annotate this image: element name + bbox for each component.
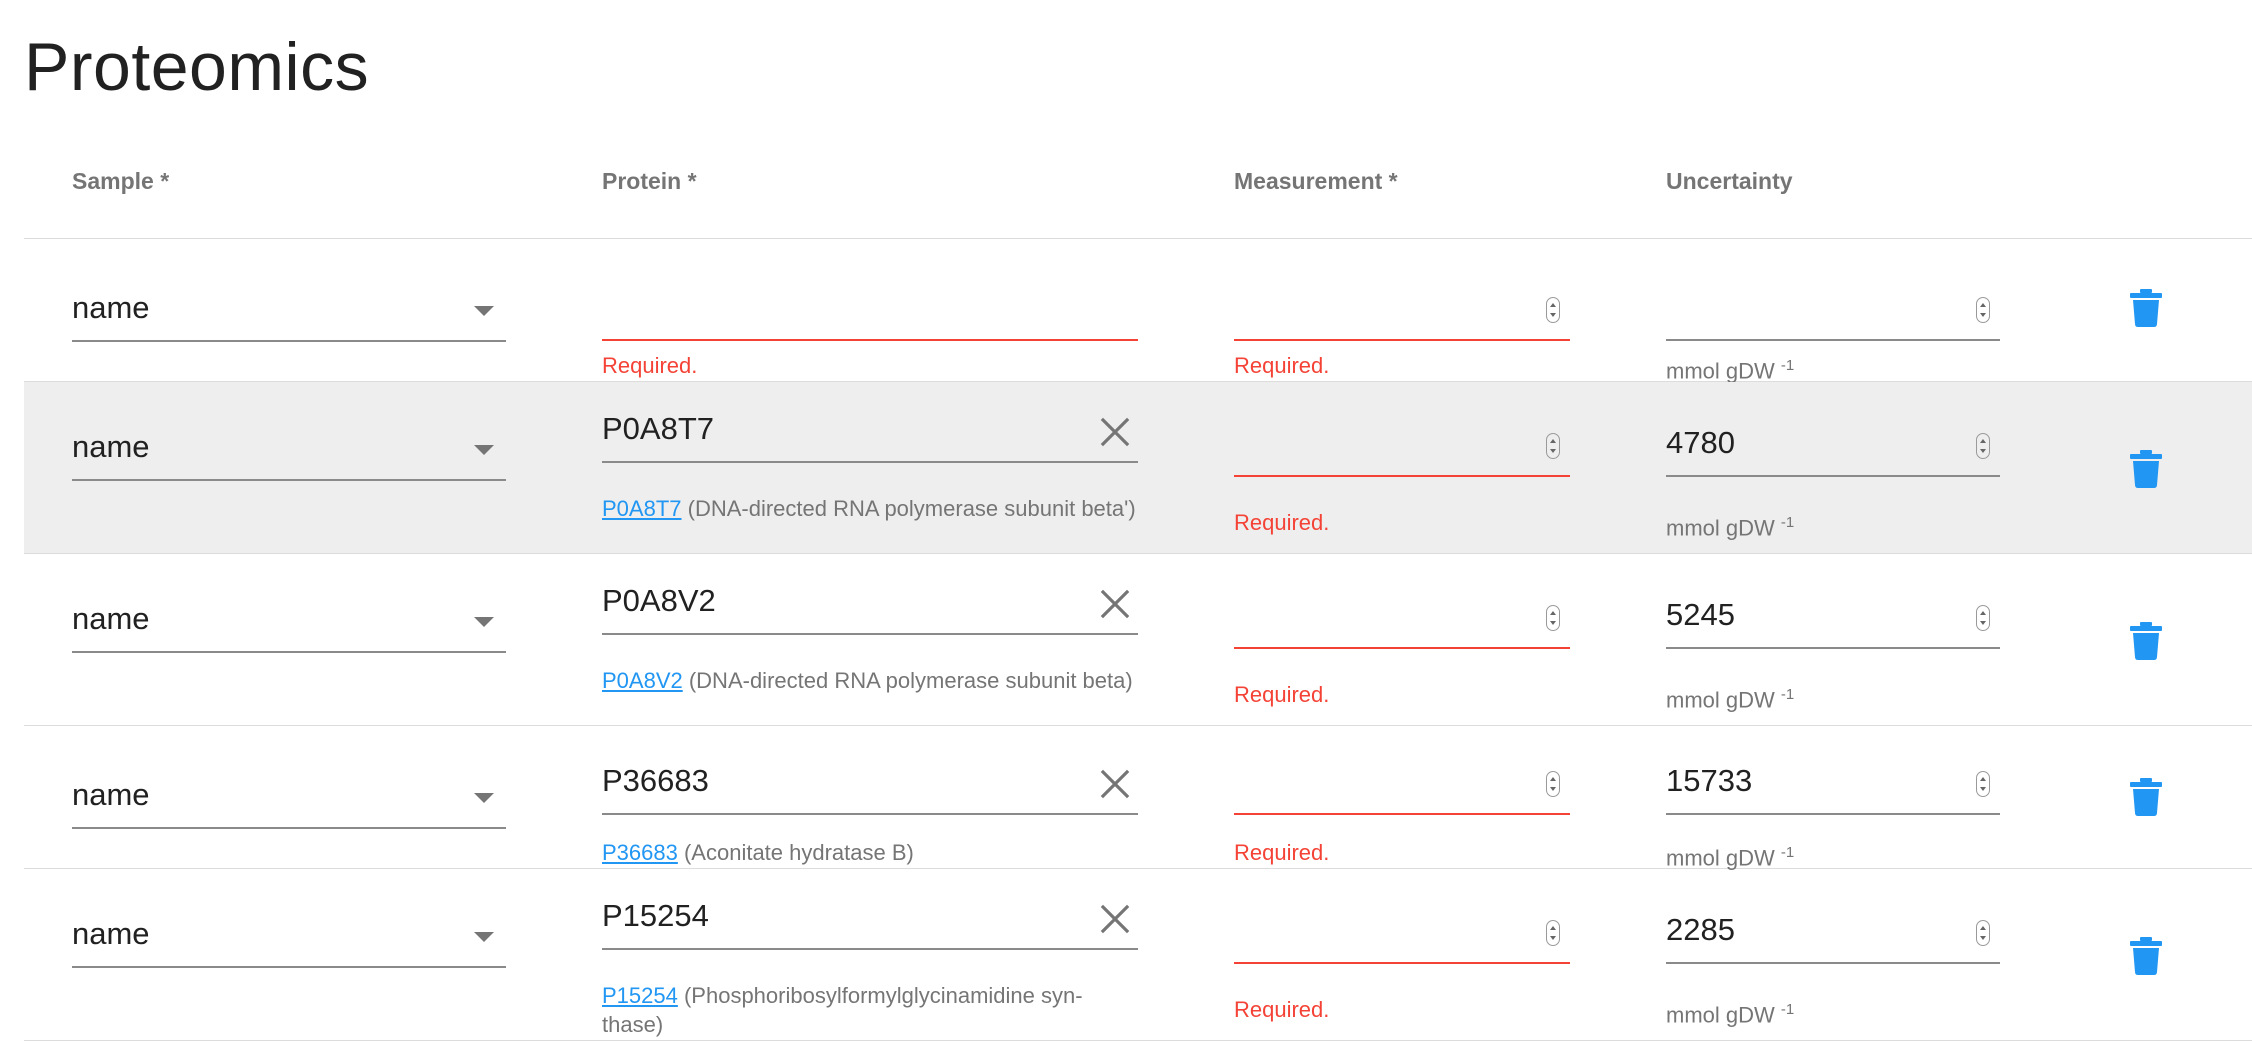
sample-select[interactable]: name <box>72 290 506 342</box>
column-header-sample: Sample * <box>72 168 170 194</box>
uncertainty-input[interactable]: 2285 <box>1666 912 2000 964</box>
caret-down-icon <box>474 617 494 627</box>
measurement-required-error: Required. <box>1234 682 1330 707</box>
table-row: name P36683 P36683 (Aconitate hydratase … <box>24 726 2252 871</box>
protein-link[interactable]: P15254 <box>602 983 678 1008</box>
uncertainty-unit: mmol gDW -1 <box>1666 514 1795 541</box>
spinner-icon[interactable] <box>1546 771 1560 797</box>
sample-select-value: name <box>72 777 150 812</box>
protein-input-value: P0A8V2 <box>602 583 716 618</box>
spinner-icon[interactable] <box>1976 920 1990 946</box>
spinner-icon[interactable] <box>1976 605 1990 631</box>
protein-required-error: Required. <box>602 353 698 378</box>
delete-row-button[interactable] <box>2130 937 2162 975</box>
spinner-icon[interactable] <box>1976 433 1990 459</box>
trash-icon <box>2130 778 2162 816</box>
sample-select-value: name <box>72 290 150 325</box>
trash-icon <box>2130 289 2162 327</box>
spinner-icon[interactable] <box>1976 297 1990 323</box>
protein-description: P0A8V2 (DNA-directed RNA polymerase subu… <box>602 668 1133 693</box>
uncertainty-unit: mmol gDW -1 <box>1666 686 1795 713</box>
sample-select-value: name <box>72 916 150 951</box>
delete-row-button[interactable] <box>2130 778 2162 816</box>
measurement-input[interactable] <box>1234 289 1570 341</box>
protein-input-value: P36683 <box>602 763 709 798</box>
measurement-input[interactable] <box>1234 597 1570 649</box>
measurement-required-error: Required. <box>1234 353 1330 378</box>
table-row: name P15254 P15254 (Phosphoribosylformyl… <box>24 869 2252 1041</box>
delete-row-button[interactable] <box>2130 289 2162 327</box>
protein-input[interactable]: P15254 <box>602 898 1138 950</box>
sample-select[interactable]: name <box>72 777 506 829</box>
measurement-required-error: Required. <box>1234 997 1330 1022</box>
trash-icon <box>2130 622 2162 660</box>
protein-description: P15254 (Phosphoribosylformylglycinamidin… <box>602 983 1083 1037</box>
uncertainty-unit: mmol gDW -1 <box>1666 844 1795 871</box>
sample-select[interactable]: name <box>72 601 506 653</box>
protein-link[interactable]: P36683 <box>602 840 678 865</box>
measurement-input[interactable] <box>1234 912 1570 964</box>
protein-description: P0A8T7 (DNA-directed RNA polymerase subu… <box>602 496 1136 521</box>
caret-down-icon <box>474 793 494 803</box>
trash-icon <box>2130 450 2162 488</box>
uncertainty-input-value: 2285 <box>1666 912 1735 947</box>
protein-description: P36683 (Aconitate hydratase B) <box>602 840 914 865</box>
uncertainty-unit: mmol gDW -1 <box>1666 357 1795 384</box>
protein-input[interactable]: P0A8T7 <box>602 411 1138 463</box>
spinner-icon[interactable] <box>1546 605 1560 631</box>
uncertainty-input-value: 5245 <box>1666 597 1735 632</box>
table-row: name Required. Required. mmol gDW -1 <box>24 239 2252 384</box>
column-header-uncertainty: Uncertainty <box>1666 168 1793 194</box>
uncertainty-input-value: 15733 <box>1666 763 1753 798</box>
spinner-icon[interactable] <box>1976 771 1990 797</box>
protein-input[interactable]: P0A8V2 <box>602 583 1138 635</box>
table-row: name P0A8T7 P0A8T7 (DNA-directed RNA pol… <box>24 382 2252 554</box>
protein-input-value: P15254 <box>602 898 709 933</box>
protein-link[interactable]: P0A8T7 <box>602 496 682 521</box>
uncertainty-input[interactable]: 15733 <box>1666 763 2000 815</box>
uncertainty-input[interactable]: 4780 <box>1666 425 2000 477</box>
uncertainty-unit: mmol gDW -1 <box>1666 1001 1795 1028</box>
sample-select-value: name <box>72 429 150 464</box>
column-header-protein: Protein * <box>602 168 697 194</box>
uncertainty-input[interactable]: 5245 <box>1666 597 2000 649</box>
protein-link[interactable]: P0A8V2 <box>602 668 683 693</box>
spinner-icon[interactable] <box>1546 297 1560 323</box>
page-title: Proteomics <box>24 29 370 105</box>
protein-input[interactable]: P36683 <box>602 763 1138 815</box>
column-header-measurement: Measurement * <box>1234 168 1398 194</box>
delete-row-button[interactable] <box>2130 450 2162 488</box>
measurement-required-error: Required. <box>1234 510 1330 535</box>
caret-down-icon <box>474 306 494 316</box>
measurement-input[interactable] <box>1234 763 1570 815</box>
delete-row-button[interactable] <box>2130 622 2162 660</box>
close-icon[interactable] <box>1098 587 1132 621</box>
uncertainty-input[interactable] <box>1666 289 2000 341</box>
protein-input[interactable] <box>602 289 1138 341</box>
close-icon[interactable] <box>1098 902 1132 936</box>
proteomics-page: Proteomics Sample * Protein * Measuremen… <box>0 0 2252 1062</box>
measurement-input[interactable] <box>1234 425 1570 477</box>
protein-input-value: P0A8T7 <box>602 411 715 446</box>
sample-select[interactable]: name <box>72 429 506 481</box>
trash-icon <box>2130 937 2162 975</box>
uncertainty-input-value: 4780 <box>1666 425 1735 460</box>
caret-down-icon <box>474 932 494 942</box>
spinner-icon[interactable] <box>1546 433 1560 459</box>
sample-select[interactable]: name <box>72 916 506 968</box>
table-row: name P0A8V2 P0A8V2 (DNA-directed RNA pol… <box>24 554 2252 726</box>
spinner-icon[interactable] <box>1546 920 1560 946</box>
sample-select-value: name <box>72 601 150 636</box>
close-icon[interactable] <box>1098 415 1132 449</box>
measurement-required-error: Required. <box>1234 840 1330 865</box>
caret-down-icon <box>474 445 494 455</box>
close-icon[interactable] <box>1098 767 1132 801</box>
